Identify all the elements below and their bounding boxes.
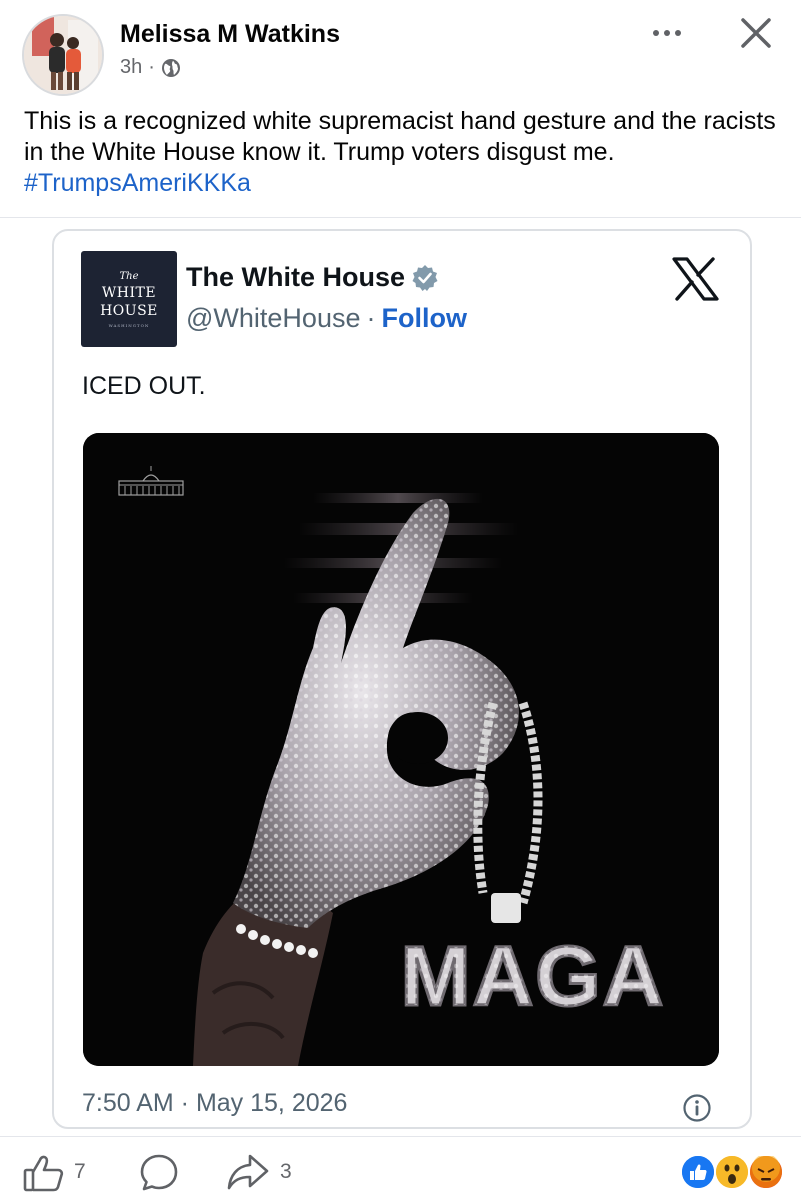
thumbs-up-icon xyxy=(23,1155,64,1192)
close-button[interactable] xyxy=(735,12,777,54)
logo-white-text: WHITE xyxy=(101,285,157,301)
tweet-media-image[interactable]: MAGA MAGA xyxy=(83,433,719,1066)
divider xyxy=(0,217,801,218)
angry-reaction-icon xyxy=(748,1154,784,1190)
share-button[interactable] xyxy=(226,1152,270,1192)
post-action-bar: 7 3 xyxy=(0,1140,801,1200)
more-options-button[interactable] xyxy=(648,18,688,48)
reaction-summary[interactable] xyxy=(680,1154,784,1190)
white-house-logo[interactable]: The WHITE HOUSE WASHINGTON xyxy=(81,251,177,347)
logo-the-text: The xyxy=(119,271,139,282)
share-count[interactable]: 3 xyxy=(280,1160,292,1184)
logo-house-text: HOUSE xyxy=(100,303,158,319)
maga-text-sparkle: MAGA xyxy=(401,929,666,1023)
close-icon xyxy=(741,18,771,48)
like-button[interactable] xyxy=(22,1151,66,1195)
post-time[interactable]: 3h xyxy=(120,56,142,79)
tweet-timestamp[interactable]: 7:50 AM · May 15, 2026 xyxy=(82,1089,347,1118)
tweet-handle-row: @WhiteHouse · Follow xyxy=(186,303,467,334)
more-horizontal-icon xyxy=(653,30,681,36)
divider xyxy=(0,1136,801,1137)
follow-button[interactable]: Follow xyxy=(381,303,466,334)
logo-sub-text: WASHINGTON xyxy=(108,323,150,328)
wow-reaction-icon xyxy=(714,1154,750,1190)
handle-separator: · xyxy=(366,303,376,333)
like-reaction-icon xyxy=(680,1154,716,1190)
globe-icon xyxy=(161,58,181,78)
author-name[interactable]: Melissa M Watkins xyxy=(120,20,340,49)
post-header: Melissa M Watkins 3h · xyxy=(0,0,801,100)
tweet-handle[interactable]: @WhiteHouse xyxy=(186,303,360,334)
meta-separator: · xyxy=(148,56,155,78)
comment-icon xyxy=(140,1154,178,1191)
comment-button[interactable] xyxy=(138,1152,180,1194)
hashtag-link[interactable]: #TrumpsAmeriKKKa xyxy=(24,169,251,197)
post-meta: 3h · xyxy=(120,56,181,79)
like-count[interactable]: 7 xyxy=(74,1160,86,1184)
tweet-author-name[interactable]: The White House xyxy=(186,262,405,293)
info-icon[interactable] xyxy=(682,1093,712,1123)
post-body: This is a recognized white supremacist h… xyxy=(24,106,784,199)
tweet-author: The White House xyxy=(186,262,439,293)
author-avatar[interactable] xyxy=(22,14,104,96)
tweet-text: ICED OUT. xyxy=(82,372,206,400)
verified-badge-icon xyxy=(411,264,439,292)
maga-pendant: MAGA MAGA xyxy=(399,928,666,1025)
share-icon xyxy=(227,1154,269,1190)
post-text: This is a recognized white supremacist h… xyxy=(24,107,776,166)
x-logo-icon[interactable] xyxy=(671,257,719,301)
